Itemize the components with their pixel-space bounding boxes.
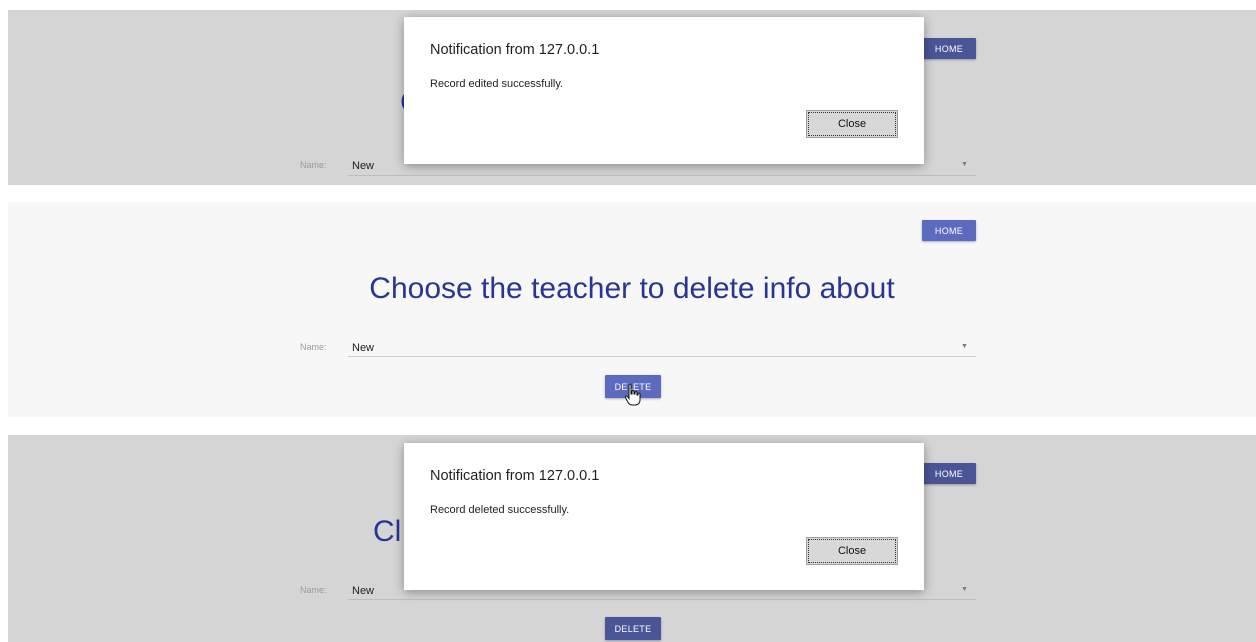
name-label: Name:	[300, 585, 327, 595]
name-label: Name:	[300, 342, 327, 352]
dialog-title: Notification from 127.0.0.1	[430, 468, 600, 484]
dialog-message: Record edited successfully.	[430, 78, 564, 90]
dialog-message: Record deleted successfully.	[430, 504, 570, 516]
dropdown-arrow-icon[interactable]: ▼	[961, 343, 968, 350]
frame-edit-notification: HOME C Name: New ▼ Notification from 127…	[8, 10, 1256, 185]
dialog-close-button[interactable]: Close	[806, 537, 898, 565]
notification-dialog: Notification from 127.0.0.1 Record edite…	[404, 17, 924, 164]
dialog-title: Notification from 127.0.0.1	[430, 42, 600, 58]
delete-button[interactable]: DELETE	[605, 617, 661, 640]
dropdown-arrow-icon[interactable]: ▼	[961, 161, 968, 168]
name-select-value[interactable]: New	[352, 342, 374, 354]
name-label: Name:	[300, 160, 327, 170]
frame-delete-notification: Cl HOME Name: New ▼ DELETE Notification …	[8, 435, 1256, 642]
home-button[interactable]: HOME	[922, 220, 976, 241]
page-heading: Choose the teacher to delete info about	[369, 272, 895, 305]
dialog-close-button[interactable]: Close	[806, 110, 898, 138]
name-select-underline	[348, 175, 976, 176]
name-select-value[interactable]: New	[352, 160, 374, 172]
dropdown-arrow-icon[interactable]: ▼	[961, 586, 968, 593]
name-select-underline	[348, 356, 976, 357]
hand-pointer-cursor-icon	[624, 383, 641, 406]
home-button[interactable]: HOME	[922, 38, 976, 59]
home-button[interactable]: HOME	[922, 463, 976, 484]
name-select-underline	[348, 599, 976, 600]
page-heading-fragment: C	[8, 86, 440, 120]
notification-dialog: Notification from 127.0.0.1 Record delet…	[404, 443, 924, 590]
name-select-value[interactable]: New	[352, 585, 374, 597]
